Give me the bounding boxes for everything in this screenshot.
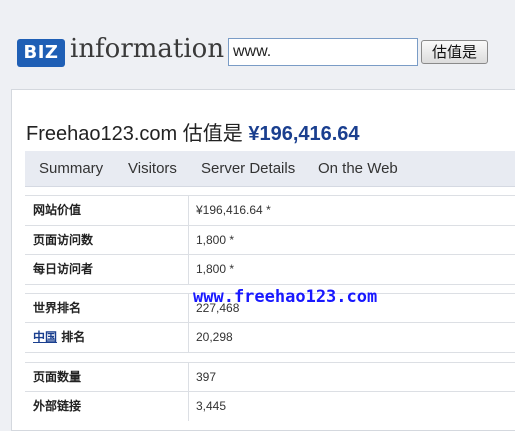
row-label: 页面访问数 xyxy=(25,226,189,255)
row-value: 20,298 xyxy=(196,330,233,344)
row-label: 世界排名 xyxy=(25,294,189,323)
tab-on-the-web[interactable]: On the Web xyxy=(318,160,398,177)
row-label: 中国 排名 xyxy=(25,323,189,352)
country-link[interactable]: 中国 xyxy=(33,330,57,344)
row-label: 网站价值 xyxy=(25,196,189,225)
tab-server-details[interactable]: Server Details xyxy=(201,160,295,177)
row-value: 397 xyxy=(196,370,217,384)
page-title: Freehao123.com 估值是 ¥196,416.64 xyxy=(26,117,360,146)
site-name: Freehao123.com xyxy=(26,123,178,145)
row-value: ¥196,416.64 * xyxy=(196,203,271,217)
table-row-page-count: 页面数量 397 xyxy=(25,362,515,392)
table-row-site-value: 网站价值 ¥196,416.64 * xyxy=(25,195,515,225)
tab-bar: Summary Visitors Server Details On the W… xyxy=(25,151,515,187)
tab-visitors[interactable]: Visitors xyxy=(128,160,177,177)
logo-text[interactable]: information xyxy=(70,34,224,64)
tab-summary[interactable]: Summary xyxy=(39,160,103,177)
table-row-page-views: 页面访问数 1,800 * xyxy=(25,225,515,255)
watermark: www.freehao123.com xyxy=(193,287,378,307)
search-input[interactable] xyxy=(228,38,418,66)
table-row-china-rank: 中国 排名 20,298 xyxy=(25,322,515,353)
row-value: 1,800 * xyxy=(196,233,235,247)
site-price: ¥196,416.64 xyxy=(248,123,360,145)
row-label: 每日访问者 xyxy=(25,255,189,284)
row-value: 1,800 * xyxy=(196,262,235,276)
logo-badge[interactable]: BIZ xyxy=(17,39,65,67)
title-label: 估值是 xyxy=(182,123,243,145)
table-row-daily-visitors: 每日访问者 1,800 * xyxy=(25,254,515,285)
row-label: 页面数量 xyxy=(25,363,189,392)
search-button[interactable]: 估值是 xyxy=(421,40,488,64)
row-label-text: 排名 xyxy=(61,330,86,344)
